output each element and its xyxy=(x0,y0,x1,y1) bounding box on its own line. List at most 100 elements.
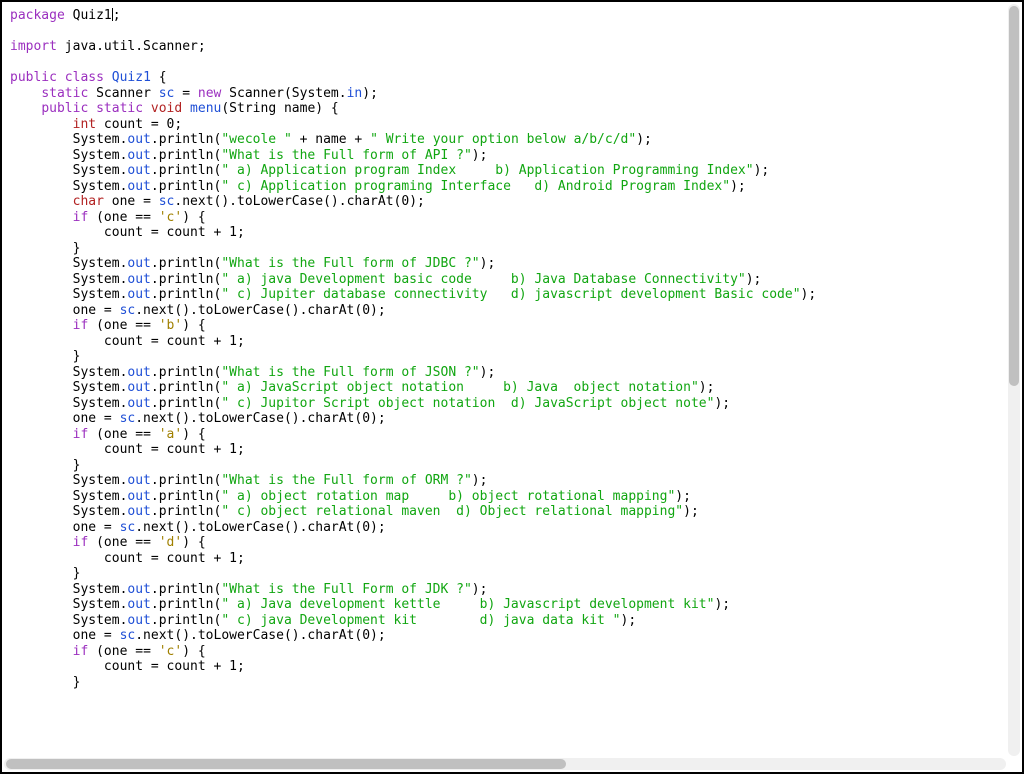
code-token: ; xyxy=(113,8,121,23)
code-token: System. xyxy=(10,287,127,302)
code-line: System.out.println(" c) Jupitor Script o… xyxy=(10,396,1000,412)
code-token: out xyxy=(127,365,150,380)
code-token: .println( xyxy=(151,256,221,271)
code-token: .println( xyxy=(151,504,221,519)
code-line: System.out.println(" a) object rotation … xyxy=(10,489,1000,505)
code-token: " a) JavaScript object notation b) Java … xyxy=(221,380,698,395)
code-token: ); xyxy=(714,396,730,411)
code-token xyxy=(10,194,73,209)
horizontal-scrollbar[interactable] xyxy=(4,758,1006,770)
code-token: out xyxy=(127,256,150,271)
code-token xyxy=(182,101,190,116)
code-token: System. xyxy=(10,163,127,178)
code-line: count = count + 1; xyxy=(10,659,1000,675)
code-token: out xyxy=(127,473,150,488)
code-line: System.out.println(" c) Application prog… xyxy=(10,179,1000,195)
code-token: "What is the Full form of ORM ?" xyxy=(221,473,471,488)
code-token: out xyxy=(127,179,150,194)
code-token: ) { xyxy=(182,644,205,659)
code-token: ); xyxy=(683,504,699,519)
code-token: System. xyxy=(10,582,127,597)
code-token: ); xyxy=(621,613,637,628)
code-line xyxy=(10,24,1000,40)
code-token: ) { xyxy=(182,535,205,550)
code-line: System.out.println(" c) object relationa… xyxy=(10,504,1000,520)
code-token: .println( xyxy=(151,365,221,380)
code-token: ); xyxy=(480,365,496,380)
code-token: sc xyxy=(120,628,136,643)
code-line: System.out.println(" a) Java development… xyxy=(10,597,1000,613)
code-token: System. xyxy=(10,613,127,628)
code-token: out xyxy=(127,597,150,612)
code-token: Quiz1 xyxy=(65,8,112,23)
horizontal-scroll-thumb[interactable] xyxy=(6,759,566,769)
code-editor[interactable]: package Quiz1; import java.util.Scanner;… xyxy=(4,4,1006,756)
code-line: one = sc.next().toLowerCase().charAt(0); xyxy=(10,303,1000,319)
code-token: " a) java Development basic code b) Java… xyxy=(221,272,745,287)
code-token: { xyxy=(151,70,167,85)
code-token: int xyxy=(73,117,96,132)
code-line: if (one == 'c') { xyxy=(10,210,1000,226)
code-token: System. xyxy=(10,179,127,194)
code-token: (one == xyxy=(88,644,158,659)
code-token: out xyxy=(127,287,150,302)
code-token: System. xyxy=(10,396,127,411)
code-line: System.out.println(" a) JavaScript objec… xyxy=(10,380,1000,396)
code-line: System.out.println("What is the Full for… xyxy=(10,148,1000,164)
code-token: one = xyxy=(10,520,120,535)
code-token: } xyxy=(10,458,80,473)
code-token: public xyxy=(10,70,57,85)
code-token: sc xyxy=(120,303,136,318)
code-token: .println( xyxy=(151,396,221,411)
code-token: " c) java Development kit d) java data k… xyxy=(221,613,620,628)
code-token: ) { xyxy=(182,427,205,442)
code-token: out xyxy=(127,148,150,163)
code-token: ); xyxy=(472,148,488,163)
code-token: out xyxy=(127,489,150,504)
code-token: } xyxy=(10,241,80,256)
code-token: .next().toLowerCase().charAt(0); xyxy=(174,194,424,209)
code-line: count = count + 1; xyxy=(10,334,1000,350)
code-token: } xyxy=(10,349,80,364)
code-token: "wecole " xyxy=(221,132,291,147)
code-token: System. xyxy=(10,256,127,271)
code-token: 'd' xyxy=(159,535,182,550)
code-line: System.out.println("What is the Full For… xyxy=(10,582,1000,598)
code-token: System. xyxy=(10,272,127,287)
code-token: .println( xyxy=(151,132,221,147)
code-token: " a) Application program Index b) Applic… xyxy=(221,163,753,178)
code-token: void xyxy=(151,101,182,116)
code-token: sc xyxy=(120,520,136,535)
code-token: (one == xyxy=(88,427,158,442)
code-token: out xyxy=(127,380,150,395)
code-token: .next().toLowerCase().charAt(0); xyxy=(135,303,385,318)
code-token: System. xyxy=(10,380,127,395)
vertical-scroll-thumb[interactable] xyxy=(1009,6,1019,386)
code-token: "What is the Full form of JSON ?" xyxy=(221,365,479,380)
code-token: ); xyxy=(801,287,817,302)
code-line xyxy=(10,55,1000,71)
code-line: System.out.println("What is the Full for… xyxy=(10,256,1000,272)
code-line: one = sc.next().toLowerCase().charAt(0); xyxy=(10,520,1000,536)
editor-frame: package Quiz1; import java.util.Scanner;… xyxy=(0,0,1024,774)
code-token: out xyxy=(127,163,150,178)
code-token: .println( xyxy=(151,582,221,597)
vertical-scrollbar[interactable] xyxy=(1008,4,1020,756)
code-token: System. xyxy=(10,148,127,163)
code-token: ); xyxy=(699,380,715,395)
code-token: .println( xyxy=(151,613,221,628)
code-line: import java.util.Scanner; xyxy=(10,39,1000,55)
code-token: .next().toLowerCase().charAt(0); xyxy=(135,520,385,535)
code-token: ) { xyxy=(182,210,205,225)
code-token: Scanner xyxy=(88,86,158,101)
code-line: public static void menu(String name) { xyxy=(10,101,1000,117)
code-token: .println( xyxy=(151,148,221,163)
code-token: new xyxy=(198,86,221,101)
code-token: out xyxy=(127,504,150,519)
code-token: (one == xyxy=(88,210,158,225)
code-token xyxy=(10,86,41,101)
code-line: System.out.println(" c) java Development… xyxy=(10,613,1000,629)
code-line: one = sc.next().toLowerCase().charAt(0); xyxy=(10,628,1000,644)
code-token: count = count + 1; xyxy=(10,334,245,349)
code-token: (one == xyxy=(88,535,158,550)
